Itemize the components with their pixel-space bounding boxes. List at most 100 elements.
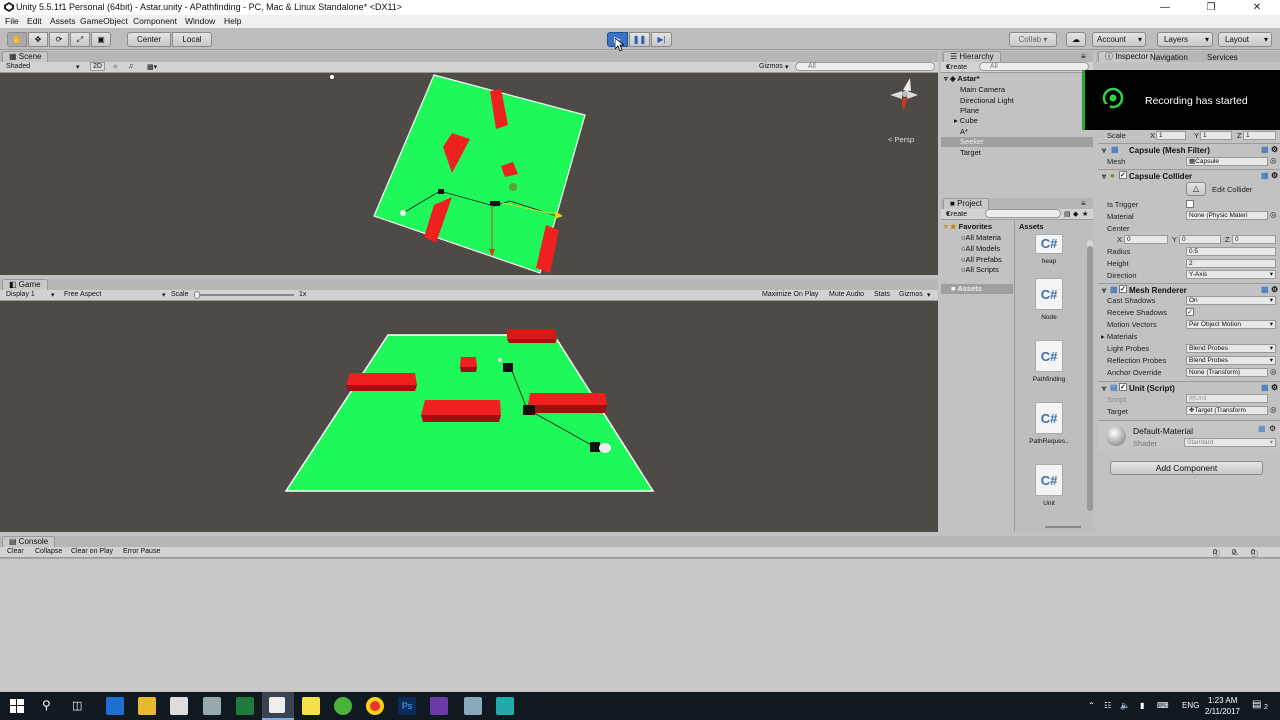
asset-script[interactable]: C# Pathfinding <box>1029 340 1069 383</box>
tab-project[interactable]: ■ Project <box>943 198 989 209</box>
capsule-collider-header[interactable]: ▿ ● ✓ Capsule Collider ▦ ⚙ <box>1098 169 1280 181</box>
stats-toggle[interactable]: Stats <box>874 291 890 298</box>
icon-size-slider[interactable] <box>1045 526 1081 528</box>
shading-dropdown[interactable]: Shaded <box>6 63 30 70</box>
tab-scene[interactable]: ▦ Scene <box>2 51 49 62</box>
help-icon[interactable]: ▦ <box>1258 424 1266 433</box>
hierarchy-item[interactable]: ▸ Cube <box>954 116 978 125</box>
height-field[interactable]: 2 <box>1186 259 1276 268</box>
minimize-icon[interactable]: — <box>1142 0 1188 15</box>
favorite-item[interactable]: ○All Scripts <box>961 265 999 274</box>
is-trigger-checkbox[interactable] <box>1186 200 1194 208</box>
assets-breadcrumb[interactable]: Assets <box>1019 222 1044 231</box>
menu-file[interactable]: File <box>5 16 19 26</box>
favorites-header[interactable]: ▿ ★ Favorites <box>944 222 992 231</box>
rotate-tool-button[interactable]: ⟳ <box>49 32 69 47</box>
mesh-renderer-header[interactable]: ▿ ▩ ✓ Mesh Renderer ▦ ⚙ <box>1098 283 1280 295</box>
maximize-icon[interactable]: ❐ <box>1188 0 1234 15</box>
keyboard-icon[interactable]: ⌨ <box>1157 701 1169 710</box>
object-picker-icon[interactable]: ◎ <box>1270 156 1277 165</box>
filter-label-icon[interactable]: ◆ <box>1073 210 1078 218</box>
asset-script[interactable]: C# Node <box>1029 278 1069 321</box>
scale-slider-track[interactable] <box>196 294 294 296</box>
cloud-button[interactable]: ☁ <box>1066 32 1086 47</box>
app-icon[interactable] <box>464 697 482 715</box>
edit-collider-button[interactable]: △ <box>1186 182 1206 196</box>
store-icon[interactable] <box>170 697 188 715</box>
favorite-item[interactable]: ○All Models <box>961 244 1000 253</box>
hand-tool-button[interactable]: ✋ <box>7 32 27 47</box>
sticky-notes-icon[interactable] <box>302 697 320 715</box>
asset-script[interactable]: C# PathReques.. <box>1029 402 1069 445</box>
pivot-local-button[interactable]: Local <box>172 32 212 47</box>
tray-expand-icon[interactable]: ⌃ <box>1088 701 1095 710</box>
motion-vectors-dropdown[interactable]: Per Object Motion ▾ <box>1186 320 1276 329</box>
material-preview[interactable]: Default-Material Shader Standard ▾ ▦ ⚙ <box>1098 420 1280 450</box>
menu-assets[interactable]: Assets <box>50 16 76 26</box>
close-icon[interactable]: ✕ <box>1234 0 1280 15</box>
object-picker-icon[interactable]: ◎ <box>1270 367 1277 376</box>
clock-time[interactable]: 1:23 AM <box>1208 696 1237 705</box>
mesh-field[interactable]: ▦Capsule <box>1186 157 1268 166</box>
scene-gizmos-dropdown[interactable]: Gizmos <box>759 63 783 70</box>
gear-icon[interactable]: ⚙ <box>1271 383 1278 392</box>
menu-help[interactable]: Help <box>224 16 241 26</box>
script-enabled-checkbox[interactable]: ✓ <box>1119 383 1127 391</box>
pause-button[interactable]: ❚❚ <box>629 32 650 47</box>
light-probes-dropdown[interactable]: Blend Probes ▾ <box>1186 344 1276 353</box>
tab-game[interactable]: ◧ Game <box>2 279 48 290</box>
game-gizmos-dropdown[interactable]: Gizmos <box>899 291 923 298</box>
visual-studio-icon[interactable] <box>430 697 448 715</box>
center-x-field[interactable]: 0 <box>1124 235 1168 244</box>
renderer-enabled-checkbox[interactable]: ✓ <box>1119 285 1127 293</box>
layers-dropdown[interactable]: Layers ▾ <box>1157 32 1213 47</box>
reflection-probes-dropdown[interactable]: Blend Probes ▾ <box>1186 356 1276 365</box>
menu-window[interactable]: Window <box>185 16 215 26</box>
perspective-label[interactable]: < Persp <box>888 135 914 144</box>
center-z-field[interactable]: 0 <box>1232 235 1276 244</box>
tab-console[interactable]: ▤ Console <box>2 536 56 547</box>
add-component-button[interactable]: Add Component <box>1110 461 1263 475</box>
collab-button[interactable]: Collab ▾ <box>1009 32 1057 47</box>
notification-icon[interactable]: ▤ <box>1252 699 1261 710</box>
unity-taskbar-button[interactable] <box>262 692 294 720</box>
effects-toggle-icon[interactable]: ▩▾ <box>147 63 157 71</box>
hierarchy-create-dropdown[interactable]: Create ▾ <box>946 63 967 71</box>
gear-icon[interactable]: ⚙ <box>1271 285 1278 294</box>
hierarchy-item[interactable]: A* <box>960 127 968 136</box>
hierarchy-item[interactable]: Plane <box>960 106 979 115</box>
collider-enabled-checkbox[interactable]: ✓ <box>1119 171 1127 179</box>
asset-script[interactable]: C# heap <box>1029 234 1069 265</box>
account-dropdown[interactable]: Account ▾ <box>1092 32 1146 47</box>
tab-inspector[interactable]: ⓘ Inspector <box>1098 51 1156 62</box>
assets-scrollbar-thumb[interactable] <box>1087 246 1093 511</box>
favorite-item[interactable]: ○All Prefabs <box>961 255 1002 264</box>
gear-icon[interactable]: ⚙ <box>1271 145 1278 154</box>
step-button[interactable]: ▶| <box>651 32 672 47</box>
scale-tool-button[interactable]: ⤢ <box>70 32 90 47</box>
console-error-pause-button[interactable]: Error Pause <box>123 548 160 555</box>
scene-viewport[interactable]: < Persp <box>0 73 938 275</box>
menu-component[interactable]: Component <box>133 16 177 26</box>
help-icon[interactable]: ▦ <box>1261 171 1269 180</box>
hierarchy-item[interactable]: Target <box>960 148 981 157</box>
filter-type-icon[interactable]: ▤ <box>1064 210 1071 218</box>
battery-icon[interactable]: ▮ <box>1140 701 1144 710</box>
center-y-field[interactable]: 0 <box>1179 235 1221 244</box>
pivot-center-button[interactable]: Center <box>127 32 171 47</box>
cast-shadows-dropdown[interactable]: On ▾ <box>1186 296 1276 305</box>
mesh-filter-header[interactable]: ▿ ▦ Capsule (Mesh Filter) ▦ ⚙ <box>1098 143 1280 155</box>
utorrent-icon[interactable] <box>334 697 352 715</box>
maximize-on-play-toggle[interactable]: Maximize On Play <box>762 291 818 298</box>
language-indicator[interactable]: ENG <box>1182 701 1199 710</box>
material-field[interactable]: None (Physic Materi <box>1186 211 1268 220</box>
game-viewport[interactable] <box>0 301 938 532</box>
asset-script[interactable]: C# Unit <box>1029 464 1069 507</box>
hierarchy-menu-icon[interactable]: ≡ <box>1081 51 1086 62</box>
console-log-area[interactable] <box>0 558 1280 691</box>
light-toggle-icon[interactable]: ☼ <box>112 63 118 70</box>
direction-dropdown[interactable]: Y-Axis ▾ <box>1186 270 1276 279</box>
windows-start-icon[interactable] <box>10 699 24 715</box>
app-icon[interactable] <box>496 697 514 715</box>
network-icon[interactable]: ☷ <box>1104 701 1111 710</box>
